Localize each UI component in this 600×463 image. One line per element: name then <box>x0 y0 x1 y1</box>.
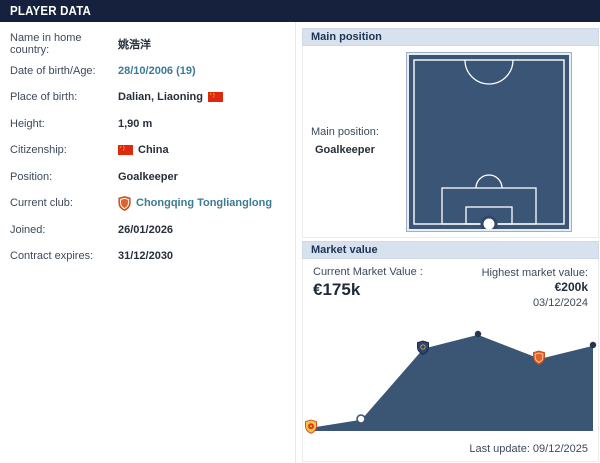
highest-market-value-block: Highest market value: €200k 03/12/2024 <box>482 266 588 310</box>
last-update-text: Last update: 09/12/2025 <box>469 443 588 455</box>
main-position-header-label: Main position <box>311 31 382 43</box>
goalkeeper-position-marker <box>480 215 498 232</box>
row-label: Citizenship: <box>10 144 67 157</box>
highest-market-value-label: Highest market value: <box>481 267 588 279</box>
pitch-graphic <box>413 58 565 232</box>
row-label: Contract expires: <box>10 250 94 263</box>
row-value: 姚浩洋 <box>118 39 151 52</box>
row-label: Current club: <box>10 197 73 210</box>
row-label: Position: <box>10 170 53 183</box>
page-title: PLAYER DATA <box>10 4 92 18</box>
row-name-home-country: Name in home country: 姚浩洋 <box>0 31 295 58</box>
pitch-graphic-frame <box>407 52 571 232</box>
row-current-club: Current club: Chongqing Tonglianglong <box>0 190 295 217</box>
row-value: 1,90 m <box>118 117 153 130</box>
row-value: 26/01/2026 <box>118 223 174 236</box>
highest-market-value: €200k <box>554 280 588 295</box>
current-club-text: Chongqing Tonglianglong <box>136 197 273 210</box>
row-position: Position: Goalkeeper <box>0 164 295 191</box>
chart-point-current-dot <box>589 341 597 349</box>
main-position-text: Main position: Goalkeeper <box>311 124 379 159</box>
market-value-summary: Current Market Value : €175k Highest mar… <box>303 259 598 310</box>
main-position-body: Main position: Goalkeeper <box>302 46 599 238</box>
market-value-header: Market value <box>302 241 599 259</box>
market-value-body: Current Market Value : €175k Highest mar… <box>302 259 599 462</box>
row-value: Dalian, Liaoning <box>118 91 223 103</box>
current-club-link[interactable]: Chongqing Tonglianglong <box>118 195 273 211</box>
row-citizenship: Citizenship: China <box>0 137 295 164</box>
place-of-birth-text: Dalian, Liaoning <box>118 91 203 104</box>
row-place-of-birth: Place of birth: Dalian, Liaoning <box>0 84 295 111</box>
main-position-value: Goalkeeper <box>315 143 375 156</box>
date-of-birth-link[interactable]: 28/10/2006 (19) <box>118 65 196 77</box>
row-label: Joined: <box>10 223 46 236</box>
page-header-bar: PLAYER DATA <box>0 0 600 22</box>
row-height: Height: 1,90 m <box>0 111 295 138</box>
chart-point-open-dot <box>356 414 366 424</box>
row-value: 31/12/2030 <box>118 250 174 263</box>
china-flag-icon <box>207 92 223 103</box>
current-market-value-block: Current Market Value : €175k <box>313 266 423 310</box>
main-position-label: Main position: <box>311 125 379 138</box>
chart-club-badge-gold-red-icon <box>305 419 317 435</box>
row-label: Name in home country: <box>10 32 82 57</box>
row-label: Height: <box>10 117 45 130</box>
club-crest-icon <box>118 195 131 211</box>
player-data-page: PLAYER DATA Name in home country: 姚浩洋 Da… <box>0 0 600 463</box>
row-value: Goalkeeper <box>118 170 178 183</box>
chart-point-peak-dot <box>474 330 482 338</box>
player-info-panel: Name in home country: 姚浩洋 Date of birth/… <box>0 22 296 463</box>
row-contract-expires: Contract expires: 31/12/2030 <box>0 243 295 270</box>
current-market-value-label: Current Market Value : <box>313 266 423 278</box>
row-label: Date of birth/Age: <box>10 64 96 77</box>
citizenship-text: China <box>138 144 169 157</box>
main-position-header: Main position <box>302 28 599 46</box>
current-market-value: €175k <box>313 280 361 299</box>
market-value-chart[interactable] <box>303 314 598 436</box>
right-column: Main position Main position: Goalkeeper <box>302 28 599 462</box>
chart-area-fill <box>311 334 593 432</box>
row-joined: Joined: 26/01/2026 <box>0 217 295 244</box>
highest-market-value-date: 03/12/2024 <box>532 296 588 309</box>
row-date-of-birth: Date of birth/Age: 28/10/2006 (19) <box>0 58 295 85</box>
market-value-header-label: Market value <box>311 244 378 256</box>
china-flag-icon <box>118 145 133 156</box>
row-value: China <box>118 144 169 156</box>
row-label: Place of birth: <box>10 91 78 104</box>
